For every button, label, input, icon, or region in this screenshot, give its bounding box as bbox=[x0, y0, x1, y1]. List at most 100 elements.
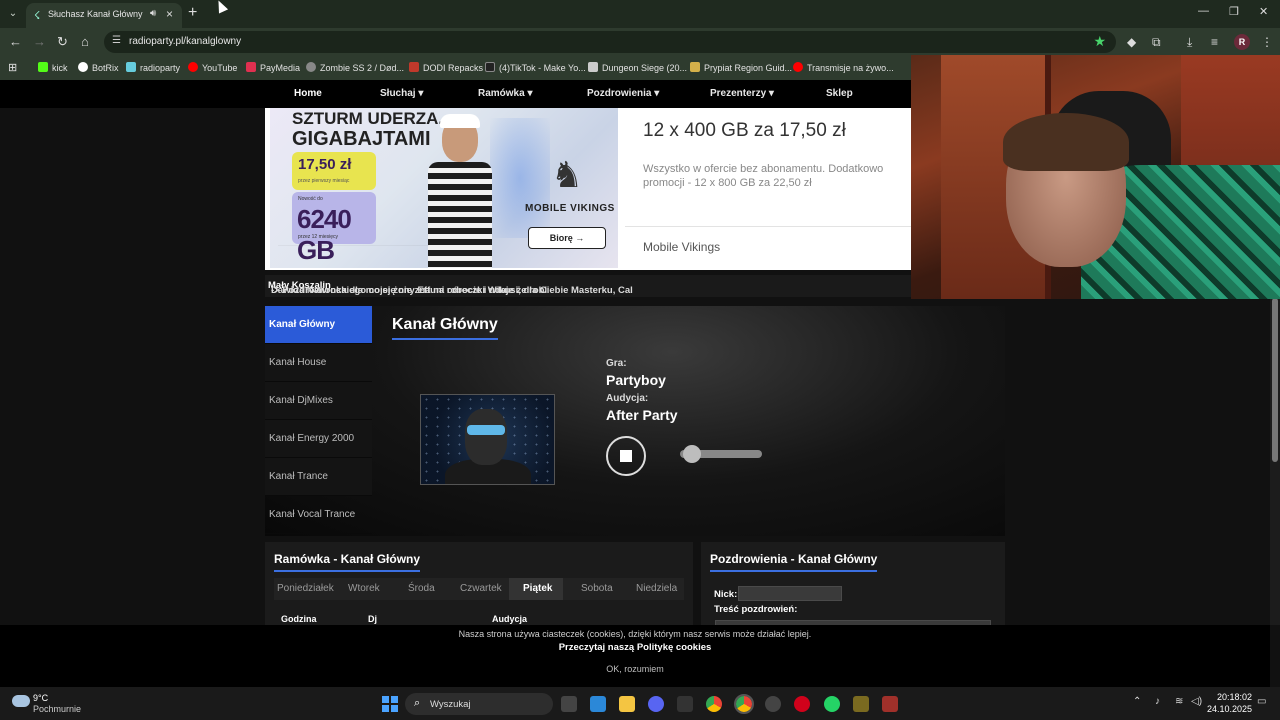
address-bar[interactable]: ☰ radioparty.pl/kanalglowny ★ bbox=[104, 31, 1116, 53]
channel-item[interactable]: Kanał Vocal Trance bbox=[265, 496, 372, 534]
day-tab[interactable]: Czwartek bbox=[460, 583, 502, 594]
cookie-notice: Nasza strona używa ciasteczek (cookies),… bbox=[458, 629, 812, 639]
cookie-accept-button[interactable]: OK, rozumiem bbox=[0, 664, 1270, 674]
steam-icon[interactable] bbox=[765, 696, 781, 712]
channel-item[interactable]: Kanał House bbox=[265, 344, 372, 382]
advertisement[interactable]: SZTURM UDERZA... GIGABAJTAMI 17,50 zł pr… bbox=[265, 108, 925, 270]
day-tab[interactable]: Poniedziałek bbox=[277, 583, 334, 594]
channel-item[interactable]: Kanał Trance bbox=[265, 458, 372, 496]
ad-data-note: Nowość do bbox=[298, 196, 323, 202]
bookmark-item[interactable]: PayMedia bbox=[246, 62, 300, 73]
notification-icon[interactable]: ▭ bbox=[1257, 696, 1266, 707]
minimize-icon[interactable]: — bbox=[1198, 5, 1209, 17]
bookmark-item[interactable]: Dungeon Siege (20... bbox=[588, 62, 687, 73]
bookmark-favicon-icon bbox=[126, 62, 136, 72]
taskbar-search[interactable]: ⌕ Wyszukaj bbox=[405, 693, 553, 715]
day-tab[interactable]: Środa bbox=[408, 583, 435, 594]
stop-button[interactable] bbox=[606, 436, 646, 476]
speaker-icon[interactable]: 🔊︎ bbox=[150, 8, 156, 19]
nick-input[interactable] bbox=[738, 586, 842, 601]
bookmark-item[interactable]: DODI Repacks bbox=[409, 62, 483, 73]
bookmark-star-icon[interactable]: ★ bbox=[1093, 33, 1106, 50]
weather-status[interactable]: Pochmurnie bbox=[33, 704, 81, 714]
apps-grid-icon[interactable]: ⊞ bbox=[8, 61, 17, 74]
tray-chevron-icon[interactable]: ⌃ bbox=[1133, 696, 1141, 707]
bookmark-item[interactable]: kick bbox=[38, 62, 68, 73]
ad-advertiser[interactable]: Mobile Vikings bbox=[643, 240, 720, 254]
back-icon[interactable]: ← bbox=[9, 34, 22, 49]
bookmark-item[interactable]: YouTube bbox=[188, 62, 237, 73]
ad-description: Wszystko w ofercie bez abonamentu. Dodat… bbox=[643, 163, 884, 189]
cookie-policy-link[interactable]: Przeczytaj naszą Politykę cookies bbox=[0, 642, 1270, 653]
nav-presenters[interactable]: Prezenterzy ▾ bbox=[710, 88, 774, 99]
browser-tab[interactable]: ☇ Słuchasz Kanał Główny 🔊︎ × bbox=[26, 3, 182, 28]
ad-headline: GIGABAJTAMI bbox=[292, 128, 431, 150]
ad-fine-print: ········································… bbox=[278, 243, 429, 247]
nav-listen[interactable]: Słuchaj ▾ bbox=[380, 88, 423, 99]
channel-item[interactable]: Kanał Główny bbox=[265, 306, 372, 344]
bookmark-item[interactable]: radioparty bbox=[126, 62, 180, 73]
nav-home[interactable]: Home bbox=[294, 88, 322, 99]
widgets-icon[interactable] bbox=[590, 696, 606, 712]
day-tab[interactable]: Sobota bbox=[581, 583, 613, 594]
ad-price: 17,50 zł bbox=[298, 156, 352, 173]
close-tab-icon[interactable]: × bbox=[166, 7, 173, 21]
file-explorer-icon[interactable] bbox=[619, 696, 635, 712]
bookmark-item[interactable]: Prypiat Region Guid... bbox=[690, 62, 792, 73]
reload-icon[interactable]: ↻ bbox=[57, 34, 68, 50]
radioparty-favicon-icon: ☇ bbox=[34, 10, 41, 22]
search-placeholder: Wyszukaj bbox=[430, 699, 471, 710]
extensions-puzzle-icon[interactable]: ⧉ bbox=[1152, 35, 1161, 50]
channel-item[interactable]: Kanał Energy 2000 bbox=[265, 420, 372, 458]
winrar-icon[interactable] bbox=[882, 696, 898, 712]
cloud-icon[interactable] bbox=[12, 695, 30, 707]
day-tab[interactable]: Niedziela bbox=[636, 583, 677, 594]
forward-icon[interactable]: → bbox=[33, 34, 46, 49]
tiktok-icon bbox=[485, 62, 495, 72]
ad-cta-button[interactable]: Biorę → bbox=[528, 227, 606, 249]
volume-handle[interactable] bbox=[683, 445, 702, 463]
bookmark-item[interactable]: Transmisje na żywo... bbox=[793, 62, 894, 73]
extension-diamond-icon[interactable]: ◆ bbox=[1127, 35, 1136, 49]
bookmark-favicon-icon bbox=[306, 62, 316, 72]
bookmark-item[interactable]: (4)TikTok - Make Yo... bbox=[485, 62, 586, 73]
nav-greetings[interactable]: Pozdrowienia ▾ bbox=[587, 88, 659, 99]
new-tab-icon[interactable]: + bbox=[188, 4, 197, 22]
bookmark-label: PayMedia bbox=[260, 63, 301, 73]
clock-date[interactable]: 24.10.2025 bbox=[1200, 704, 1252, 714]
tab-search-icon[interactable]: ⌄ bbox=[4, 6, 22, 22]
epic-games-icon[interactable] bbox=[677, 696, 693, 712]
whatsapp-icon[interactable] bbox=[824, 696, 840, 712]
opera-icon[interactable] bbox=[794, 696, 810, 712]
nav-shop[interactable]: Sklep bbox=[826, 88, 853, 99]
windows-start-icon[interactable] bbox=[382, 696, 398, 712]
profile-avatar[interactable]: R bbox=[1234, 34, 1250, 50]
channel-item[interactable]: Kanał DjMixes bbox=[265, 382, 372, 420]
media-control-icon[interactable]: ≡ bbox=[1211, 35, 1218, 49]
discord-icon[interactable] bbox=[648, 696, 664, 712]
ad-title[interactable]: 12 x 400 GB za 17,50 zł bbox=[643, 120, 846, 142]
maximize-icon[interactable]: ❐ bbox=[1229, 5, 1239, 18]
download-icon[interactable]: ⤓ bbox=[1187, 35, 1192, 50]
ad-image[interactable]: SZTURM UDERZA... GIGABAJTAMI 17,50 zł pr… bbox=[270, 108, 618, 268]
bookmark-favicon-icon bbox=[78, 62, 88, 72]
scrollbar-thumb[interactable] bbox=[1272, 298, 1278, 462]
home-icon[interactable]: ⌂ bbox=[81, 34, 89, 49]
microphone-icon[interactable]: ♪ bbox=[1155, 696, 1160, 707]
day-tab[interactable]: Wtorek bbox=[348, 583, 380, 594]
temperature[interactable]: 9°C bbox=[33, 693, 48, 703]
app-icon[interactable] bbox=[853, 696, 869, 712]
task-view-icon[interactable] bbox=[561, 696, 577, 712]
close-window-icon[interactable]: ✕ bbox=[1259, 5, 1268, 18]
day-tab[interactable]: Piątek bbox=[523, 583, 552, 594]
chrome-icon[interactable] bbox=[706, 696, 722, 712]
site-info-icon[interactable]: ☰ bbox=[112, 35, 121, 46]
bookmark-item[interactable]: BotRix bbox=[78, 62, 119, 73]
chrome-active-icon[interactable] bbox=[734, 694, 754, 714]
menu-dots-icon[interactable]: ⋮ bbox=[1261, 35, 1273, 49]
clock-time[interactable]: 20:18:02 bbox=[1212, 692, 1252, 702]
ticker-text: Dawida Nawrockiego co się nie zna na rob… bbox=[268, 280, 633, 296]
bookmark-item[interactable]: Zombie SS 2 / Død... bbox=[306, 62, 404, 73]
wifi-icon[interactable]: ≋ bbox=[1175, 696, 1183, 707]
nav-schedule[interactable]: Ramówka ▾ bbox=[478, 88, 533, 99]
